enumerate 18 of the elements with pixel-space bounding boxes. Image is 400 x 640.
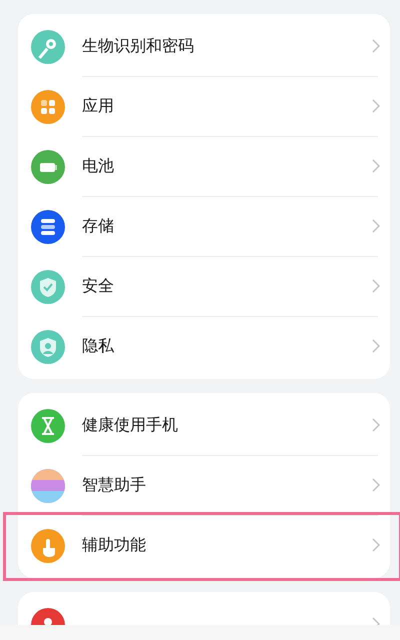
- settings-row[interactable]: 生物识别和密码: [18, 17, 390, 76]
- row-label: 隐私: [82, 336, 114, 357]
- row-label: 智慧助手: [82, 475, 146, 496]
- row-label: 电池: [82, 156, 114, 177]
- row-label: 存储: [82, 216, 114, 237]
- row-label: 健康使用手机: [82, 415, 178, 436]
- settings-row[interactable]: 应用: [18, 77, 390, 136]
- settings-row[interactable]: 辅助功能: [18, 516, 390, 575]
- settings-row[interactable]: 安全: [18, 257, 390, 316]
- settings-row[interactable]: 存储: [18, 197, 390, 256]
- settings-row[interactable]: 健康使用手机: [18, 396, 390, 455]
- row-label: 辅助功能: [82, 535, 146, 556]
- row-label: 生物识别和密码: [82, 36, 194, 57]
- settings-row[interactable]: 隐私: [18, 317, 390, 376]
- row-label: 安全: [82, 276, 114, 297]
- settings-row[interactable]: 电池: [18, 137, 390, 196]
- settings-row[interactable]: 智慧助手: [18, 456, 390, 515]
- row-label: 应用: [82, 96, 114, 117]
